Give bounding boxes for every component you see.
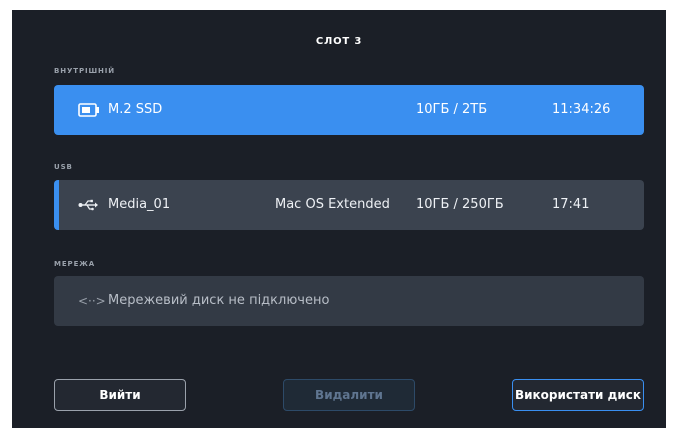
use-disk-button[interactable]: Використати диск: [512, 379, 644, 411]
drive-name: M.2 SSD: [108, 102, 163, 117]
drive-usage: 10ГБ / 2ТБ: [416, 102, 488, 117]
exit-button[interactable]: Вийти: [54, 379, 186, 411]
drive-row-internal[interactable]: M.2 SSD 10ГБ / 2ТБ 11:34:26: [54, 85, 644, 135]
selection-accent: [54, 180, 59, 230]
screen-title: СЛОТ 3: [315, 36, 363, 47]
drive-row-network[interactable]: <··> Мережевий диск не підключено: [54, 276, 644, 326]
ssd-icon: [78, 85, 100, 135]
drive-time: 17:41: [552, 197, 590, 212]
drive-time: 11:34:26: [552, 102, 611, 117]
drive-row-usb[interactable]: Media_01 Mac OS Extended 10ГБ / 250ГБ 17…: [54, 180, 644, 230]
drive-name: Media_01: [108, 197, 171, 212]
network-status: Мережевий диск не підключено: [108, 293, 330, 308]
drive-usage: 10ГБ / 250ГБ: [416, 197, 504, 212]
section-label-usb: USB: [54, 163, 73, 171]
slot-screen: СЛОТ 3 ВНУТРІШНІЙ M.2 SSD 10ГБ / 2ТБ 11:…: [12, 10, 666, 428]
section-label-internal: ВНУТРІШНІЙ: [54, 67, 116, 75]
network-link-icon: <··>: [78, 294, 106, 308]
drive-format: Mac OS Extended: [275, 197, 390, 212]
section-label-network: МЕРЕЖА: [54, 260, 96, 268]
usb-icon: [78, 180, 98, 230]
delete-button[interactable]: Видалити: [283, 379, 415, 411]
